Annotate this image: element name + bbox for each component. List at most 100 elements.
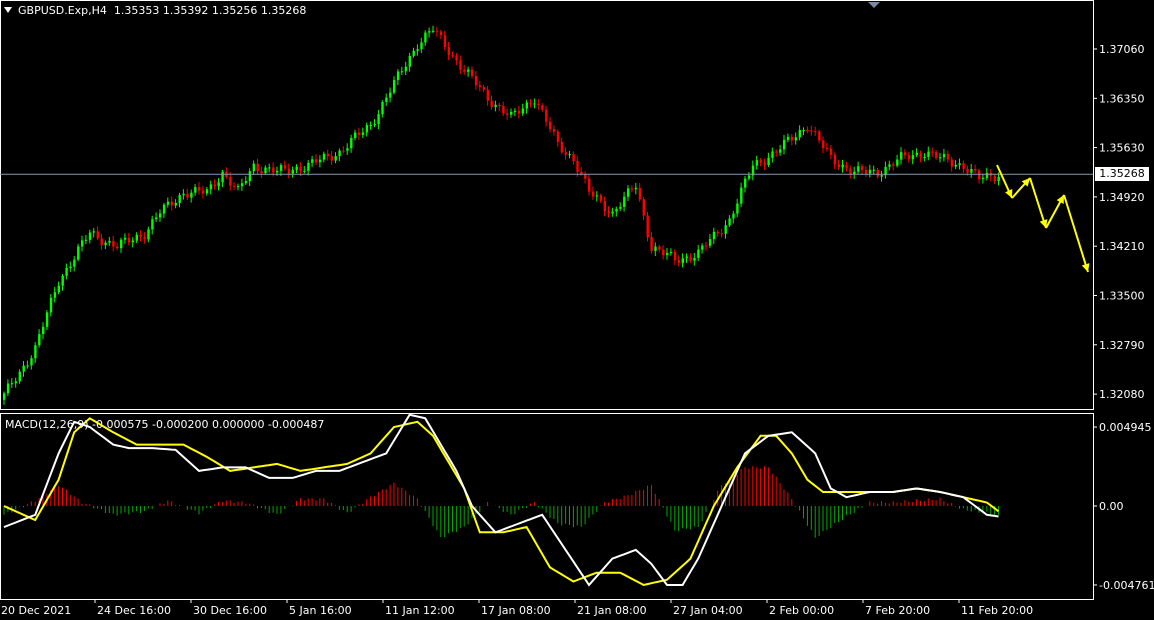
candle-body[interactable] <box>205 189 209 194</box>
candle-body[interactable] <box>420 42 423 50</box>
candle-body[interactable] <box>474 76 478 86</box>
candle-body[interactable] <box>880 175 883 177</box>
candle-body[interactable] <box>630 188 634 190</box>
candle-body[interactable] <box>463 69 466 72</box>
candle-body[interactable] <box>510 111 513 115</box>
chart-menu-icon[interactable] <box>4 7 12 13</box>
candle-body[interactable] <box>662 249 665 256</box>
candle-body[interactable] <box>92 231 96 233</box>
candle-body[interactable] <box>900 152 903 160</box>
candle-body[interactable] <box>455 55 458 61</box>
candle-body[interactable] <box>502 106 505 114</box>
candle-body[interactable] <box>588 178 591 192</box>
candle-body[interactable] <box>779 149 782 153</box>
candle-body[interactable] <box>147 229 150 240</box>
candle-body[interactable] <box>591 191 595 197</box>
candle-body[interactable] <box>915 152 918 156</box>
candle-body[interactable] <box>416 49 419 51</box>
candle-body[interactable] <box>256 163 259 172</box>
candle-body[interactable] <box>638 187 642 200</box>
candle-body[interactable] <box>697 249 700 258</box>
candle-body[interactable] <box>615 208 618 212</box>
candle-body[interactable] <box>131 240 135 243</box>
candle-body[interactable] <box>73 259 76 267</box>
candle-body[interactable] <box>728 218 731 226</box>
candle-body[interactable] <box>478 85 482 88</box>
candle-body[interactable] <box>45 312 49 327</box>
candle-body[interactable] <box>174 202 177 206</box>
candle-body[interactable] <box>498 104 501 107</box>
candle-body[interactable] <box>740 187 743 204</box>
candle-body[interactable] <box>677 260 681 264</box>
candle-body[interactable] <box>806 129 809 131</box>
candle-body[interactable] <box>669 251 673 254</box>
candle-body[interactable] <box>182 193 185 196</box>
candle-body[interactable] <box>966 168 969 173</box>
candle-body[interactable] <box>299 166 302 171</box>
candle-body[interactable] <box>112 240 115 247</box>
candle-body[interactable] <box>642 199 645 216</box>
candle-body[interactable] <box>736 203 739 214</box>
candle-body[interactable] <box>576 160 579 172</box>
candle-body[interactable] <box>556 131 560 143</box>
candle-body[interactable] <box>459 60 462 70</box>
candle-body[interactable] <box>166 201 170 205</box>
candle-body[interactable] <box>100 238 103 246</box>
candle-body[interactable] <box>521 108 525 114</box>
candle-body[interactable] <box>919 152 922 158</box>
candle-body[interactable] <box>49 297 53 313</box>
candle-body[interactable] <box>279 165 283 171</box>
candle-body[interactable] <box>357 132 361 135</box>
signal-line[interactable] <box>3 417 1000 587</box>
candle-body[interactable] <box>424 32 427 43</box>
candle-body[interactable] <box>221 171 224 183</box>
candle-body[interactable] <box>365 125 369 133</box>
candle-body[interactable] <box>194 187 197 193</box>
candle-body[interactable] <box>30 358 33 366</box>
candle-body[interactable] <box>315 159 318 163</box>
candle-body[interactable] <box>482 87 486 90</box>
candle-body[interactable] <box>65 268 68 276</box>
candle-body[interactable] <box>549 121 552 130</box>
candle-body[interactable] <box>283 165 287 169</box>
candle-body[interactable] <box>190 192 193 198</box>
candle-body[interactable] <box>845 164 848 169</box>
candle-body[interactable] <box>724 225 727 234</box>
candle-body[interactable] <box>443 35 447 48</box>
candle-body[interactable] <box>338 150 341 157</box>
candle-body[interactable] <box>763 162 766 165</box>
candle-body[interactable] <box>802 129 805 131</box>
candle-body[interactable] <box>120 239 123 249</box>
candle-body[interactable] <box>432 30 435 32</box>
candle-body[interactable] <box>213 184 216 187</box>
candle-body[interactable] <box>494 104 497 107</box>
candle-body[interactable] <box>818 131 821 141</box>
candle-body[interactable] <box>229 176 232 186</box>
chart-shift-marker-icon[interactable] <box>868 2 880 8</box>
candle-body[interactable] <box>798 130 801 138</box>
candle-body[interactable] <box>350 138 353 149</box>
candle-body[interactable] <box>428 31 431 33</box>
candle-body[interactable] <box>533 103 536 105</box>
candle-body[interactable] <box>997 177 1000 182</box>
candle-body[interactable] <box>268 167 271 169</box>
candle-body[interactable] <box>396 71 400 81</box>
candle-body[interactable] <box>962 163 965 169</box>
candle-body[interactable] <box>318 159 322 163</box>
candle-body[interactable] <box>837 164 840 168</box>
candle-body[interactable] <box>198 187 201 191</box>
candle-body[interactable] <box>393 80 396 93</box>
candle-body[interactable] <box>705 245 708 247</box>
candle-body[interactable] <box>564 152 567 155</box>
candle-body[interactable] <box>525 102 528 109</box>
candle-body[interactable] <box>732 213 735 219</box>
candle-body[interactable] <box>439 31 443 36</box>
candle-body[interactable] <box>155 217 158 220</box>
candle-body[interactable] <box>896 159 899 166</box>
candle-body[interactable] <box>775 151 778 153</box>
candle-body[interactable] <box>580 171 583 174</box>
candle-body[interactable] <box>654 246 657 251</box>
candle-body[interactable] <box>958 163 961 165</box>
candle-body[interactable] <box>6 383 10 394</box>
candle-body[interactable] <box>104 242 107 246</box>
